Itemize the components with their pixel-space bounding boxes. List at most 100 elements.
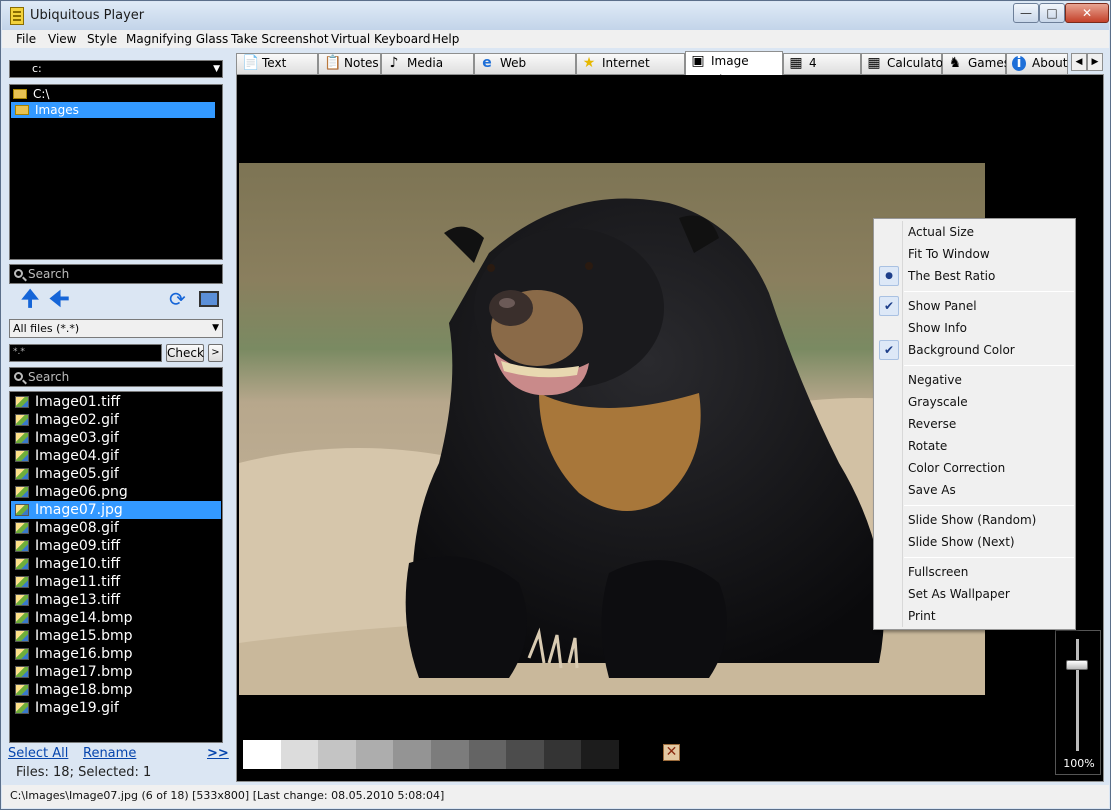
file-list-item[interactable]: Image06.png: [11, 483, 221, 501]
file-list[interactable]: Image01.tiff Image02.gif Image03.gif Image0…: [9, 391, 223, 743]
menu-view[interactable]: View: [48, 32, 76, 46]
file-list-item[interactable]: Image15.bmp: [11, 627, 221, 645]
menu-item-print[interactable]: Print: [908, 606, 936, 626]
menu-magnifying-glass[interactable]: Magnifying Glass: [126, 32, 228, 46]
menu-file[interactable]: File: [16, 32, 36, 46]
tab-internet-favorites[interactable]: ★Internet Favorites: [576, 53, 685, 89]
tab-calculator[interactable]: ▦ Calculator: [861, 53, 948, 74]
tab-scroll-right-button[interactable]: ▶: [1087, 53, 1103, 71]
palette-swatch[interactable]: [393, 740, 432, 769]
maximize-button[interactable]: □: [1039, 3, 1065, 23]
menu-item-negative[interactable]: Negative: [908, 370, 962, 390]
file-list-item[interactable]: Image08.gif: [11, 519, 221, 537]
file-list-item[interactable]: Image13.tiff: [11, 591, 221, 609]
file-mask-input[interactable]: *.*: [9, 344, 162, 362]
close-panel-icon[interactable]: ✕: [663, 744, 680, 761]
menu-item-save-as[interactable]: Save As: [908, 480, 956, 500]
image-file-icon: [15, 540, 29, 552]
menu-item-fit-to-window[interactable]: Fit To Window: [908, 244, 990, 264]
file-list-item[interactable]: Image18.bmp: [11, 681, 221, 699]
check-button[interactable]: Check: [166, 344, 204, 362]
file-list-item[interactable]: Image02.gif: [11, 411, 221, 429]
menu-take-screenshot[interactable]: Take Screenshot: [231, 32, 329, 46]
app-notepad-icon: [10, 7, 24, 25]
palette-swatch[interactable]: [355, 740, 394, 769]
file-list-item[interactable]: Image04.gif: [11, 447, 221, 465]
tab-media-player[interactable]: ♪Media Player: [381, 53, 474, 89]
menu-item-reverse[interactable]: Reverse: [908, 414, 956, 434]
menu-item-grayscale[interactable]: Grayscale: [908, 392, 968, 412]
file-list-item[interactable]: Image01.tiff: [11, 393, 221, 411]
menu-item-actual-size[interactable]: Actual Size: [908, 222, 974, 242]
tab-about[interactable]: i About: [1006, 53, 1068, 74]
more-options-button[interactable]: >: [208, 344, 223, 362]
menu-help[interactable]: Help: [432, 32, 459, 46]
palette-swatch[interactable]: [506, 740, 545, 769]
menu-item-the-best-ratio[interactable]: The Best Ratio: [908, 266, 995, 286]
file-name: Image04.gif: [35, 448, 119, 464]
folder-tree[interactable]: C:\ Images: [9, 84, 223, 260]
tree-label-images: Images: [35, 103, 79, 117]
menu-item-fullscreen[interactable]: Fullscreen: [908, 562, 968, 582]
four-images-icon: ▦: [789, 55, 803, 71]
palette-swatch[interactable]: [318, 740, 357, 769]
file-list-item[interactable]: Image07.jpg: [11, 501, 221, 519]
title-bar: Ubiquitous Player — □ ✕: [2, 2, 1109, 30]
palette-swatch[interactable]: [581, 740, 620, 769]
file-list-item[interactable]: Image17.bmp: [11, 663, 221, 681]
tree-item-root[interactable]: C:\: [13, 86, 49, 102]
menu-item-rotate[interactable]: Rotate: [908, 436, 947, 456]
file-search-input[interactable]: Search: [9, 367, 223, 387]
menu-style[interactable]: Style: [87, 32, 117, 46]
select-all-link[interactable]: Select All: [8, 746, 68, 761]
arrow-left-icon[interactable]: 🠈: [49, 289, 69, 311]
file-list-item[interactable]: Image03.gif: [11, 429, 221, 447]
refresh-icon[interactable]: ⟳: [169, 289, 189, 309]
palette-swatch[interactable]: [280, 740, 319, 769]
file-list-item[interactable]: Image19.gif: [11, 699, 221, 717]
menu-virtual-keyboard[interactable]: Virtual Keyboard: [331, 32, 430, 46]
menu-item-show-panel[interactable]: Show Panel: [908, 296, 977, 316]
drive-select[interactable]: c: ▼: [9, 60, 223, 78]
menu-item-background-color[interactable]: Background Color: [908, 340, 1015, 360]
file-name: Image08.gif: [35, 520, 119, 536]
menu-item-show-info[interactable]: Show Info: [908, 318, 967, 338]
tab-scroll-left-button[interactable]: ◀: [1071, 53, 1087, 71]
file-list-item[interactable]: Image11.tiff: [11, 573, 221, 591]
arrow-up-icon[interactable]: 🠉: [21, 289, 39, 311]
star-icon: ★: [582, 55, 596, 71]
image-file-icon: [15, 684, 29, 696]
tab-4-images[interactable]: ▦4 Images: [783, 53, 861, 89]
file-name: Image01.tiff: [35, 394, 121, 410]
tab-label: About: [1032, 56, 1068, 70]
computer-icon[interactable]: [199, 291, 219, 307]
tab-web-browser[interactable]: eWeb Browser: [474, 53, 576, 89]
zoom-slider-track[interactable]: [1076, 639, 1079, 751]
close-button[interactable]: ✕: [1065, 3, 1109, 23]
tab-image-viewer[interactable]: ▣ Image Viewer: [685, 51, 783, 87]
file-name: Image16.bmp: [35, 646, 133, 662]
tab-games[interactable]: ♞ Games: [942, 53, 1010, 74]
palette-swatch[interactable]: [543, 740, 582, 769]
file-list-item[interactable]: Image10.tiff: [11, 555, 221, 573]
folder-search-input[interactable]: Search: [9, 264, 223, 284]
rename-link[interactable]: Rename: [83, 746, 136, 761]
menu-item-color-correction[interactable]: Color Correction: [908, 458, 1005, 478]
file-list-item[interactable]: Image14.bmp: [11, 609, 221, 627]
palette-swatch[interactable]: [468, 740, 507, 769]
palette-swatch[interactable]: [431, 740, 469, 769]
minimize-button[interactable]: —: [1013, 3, 1039, 23]
menu-item-set-as-wallpaper[interactable]: Set As Wallpaper: [908, 584, 1010, 604]
tab-text-editor[interactable]: 📄Text Editor: [236, 53, 318, 89]
more-link[interactable]: >>: [207, 746, 229, 761]
file-list-item[interactable]: Image16.bmp: [11, 645, 221, 663]
tab-notes[interactable]: 📋 Notes: [318, 53, 381, 74]
file-list-item[interactable]: Image09.tiff: [11, 537, 221, 555]
palette-swatch[interactable]: [243, 740, 281, 769]
menu-item-slide-show-random[interactable]: Slide Show (Random): [908, 510, 1036, 530]
file-list-item[interactable]: Image05.gif: [11, 465, 221, 483]
zoom-slider-thumb[interactable]: [1066, 660, 1088, 670]
menu-item-slide-show-next[interactable]: Slide Show (Next): [908, 532, 1015, 552]
tree-item-images[interactable]: Images: [11, 102, 215, 118]
file-type-select[interactable]: All files (*.*) ▼: [9, 319, 223, 338]
